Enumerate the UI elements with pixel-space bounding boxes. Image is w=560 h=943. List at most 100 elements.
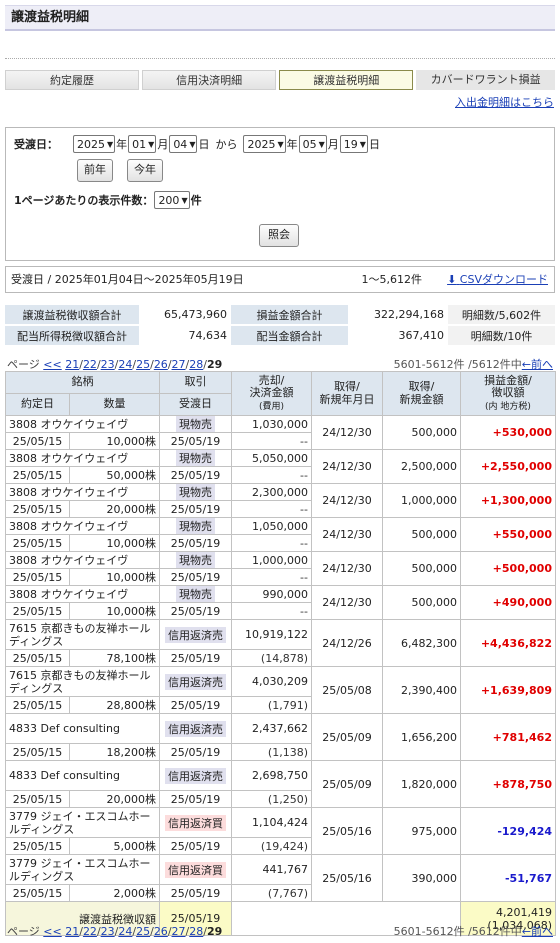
page-link[interactable]: 28 bbox=[189, 925, 203, 938]
table-row: 3808 オウケイウェイヴ 現物売 1,030,000 24/12/30 500,000… bbox=[5, 415, 556, 450]
tab-capital-gains-tax[interactable]: 譲渡益税明細 bbox=[279, 70, 414, 90]
trade-type: 信用返済買 bbox=[165, 861, 226, 878]
table-row: 7615 京都きもの友禅ホールディングス 信用返済売 4,030,209 25/05/… bbox=[5, 666, 556, 714]
from-month-select[interactable]: 01 ▼ bbox=[128, 135, 157, 153]
tab-trade-history[interactable]: 約定履歴 bbox=[5, 70, 140, 90]
page-link[interactable]: 21 bbox=[65, 358, 79, 371]
header-pl-2: 徴収額 bbox=[491, 386, 525, 400]
stock-name: 4833 Def consulting bbox=[5, 760, 160, 791]
fee: -- bbox=[231, 568, 312, 586]
csv-download-link[interactable]: ⬇ CSVダウンロード bbox=[447, 267, 548, 292]
this-year-button[interactable]: 今年 bbox=[127, 159, 163, 182]
summary-header: 譲渡益税徴収額合計 bbox=[5, 305, 139, 324]
page-link[interactable]: 26 bbox=[154, 925, 168, 938]
to-day-select[interactable]: 19 ▼ bbox=[339, 135, 368, 153]
summary-value: 367,410 bbox=[398, 329, 445, 342]
table-row: 3808 オウケイウェイヴ 現物売 2,300,000 24/12/30 1,000,0… bbox=[5, 483, 556, 518]
acq-date: 25/05/09 bbox=[311, 713, 383, 761]
sell-amount: 990,000 bbox=[231, 585, 312, 603]
sell-amount: 1,000,000 bbox=[231, 551, 312, 569]
fee: -- bbox=[231, 466, 312, 484]
page-link[interactable]: 23 bbox=[101, 358, 115, 371]
quantity: 28,800株 bbox=[69, 696, 160, 714]
first-page-link[interactable]: << bbox=[43, 358, 61, 371]
trade-type-cell: 信用返済売 bbox=[159, 760, 232, 791]
query-button[interactable]: 照会 bbox=[259, 224, 299, 247]
trade-date: 25/05/15 bbox=[5, 837, 70, 855]
header-acq-date-1: 取得/ bbox=[334, 379, 360, 393]
quantity: 10,000株 bbox=[69, 432, 160, 450]
page-link[interactable]: 24 bbox=[118, 925, 132, 938]
to-month-value: 05 bbox=[302, 137, 317, 151]
summary-row-tax: 譲渡益税徴収額合計 65,473,960 損益金額合計 322,294,168 … bbox=[5, 305, 555, 324]
page-link[interactable]: 28 bbox=[189, 358, 203, 371]
current-page: 29 bbox=[206, 925, 223, 938]
trade-type-cell: 現物売 bbox=[159, 483, 232, 501]
trade-type-cell: 現物売 bbox=[159, 551, 232, 569]
page-link[interactable]: 24 bbox=[118, 358, 132, 371]
settle-date: 25/05/19 bbox=[159, 534, 232, 552]
stock-name: 7615 京都きもの友禅ホールディングス bbox=[5, 666, 160, 697]
page-link[interactable]: 21 bbox=[65, 925, 79, 938]
stock-name: 3808 オウケイウェイヴ bbox=[5, 585, 160, 603]
pl-amount: +530,000 bbox=[460, 415, 556, 450]
page-link[interactable]: 26 bbox=[154, 358, 168, 371]
summary-header: 損益金額合計 bbox=[231, 305, 348, 324]
page-link[interactable]: 22 bbox=[83, 925, 97, 938]
fee: (1,250) bbox=[231, 790, 312, 808]
range-text: 受渡日 / 2025年01月04日～2025年05月19日 bbox=[11, 273, 244, 286]
from-year-unit: 年 bbox=[116, 138, 128, 151]
summary-value: 322,294,168 bbox=[374, 308, 444, 321]
from-day-unit: 日 bbox=[198, 138, 210, 151]
acq-date: 24/12/30 bbox=[311, 449, 383, 484]
page-link[interactable]: 25 bbox=[136, 358, 150, 371]
acq-amount: 1,820,000 bbox=[382, 760, 461, 808]
fee: (7,767) bbox=[231, 884, 312, 902]
trade-type: 信用返済売 bbox=[165, 767, 226, 784]
trade-date: 25/05/15 bbox=[5, 466, 70, 484]
pl-amount: +1,639,809 bbox=[460, 666, 556, 714]
settle-date: 25/05/19 bbox=[159, 568, 232, 586]
table-row: 3808 オウケイウェイヴ 現物売 1,050,000 24/12/30 500,000… bbox=[5, 517, 556, 552]
pl-amount: +490,000 bbox=[460, 585, 556, 620]
to-month-select[interactable]: 05 ▼ bbox=[298, 135, 327, 153]
tab-margin-settlement[interactable]: 信用決済明細 bbox=[142, 70, 277, 90]
page-link[interactable]: 27 bbox=[172, 358, 186, 371]
page-link[interactable]: 25 bbox=[136, 925, 150, 938]
trade-date: 25/05/15 bbox=[5, 884, 70, 902]
from-day-select[interactable]: 04 ▼ bbox=[169, 135, 198, 153]
prev-year-button[interactable]: 前年 bbox=[77, 159, 113, 182]
stock-name: 3808 オウケイウェイヴ bbox=[5, 517, 160, 535]
fee: (14,878) bbox=[231, 649, 312, 667]
from-year-select[interactable]: 2025 ▼ bbox=[73, 135, 116, 153]
to-year-select[interactable]: 2025 ▼ bbox=[243, 135, 286, 153]
pl-amount: +1,300,000 bbox=[460, 483, 556, 518]
prev-page-link[interactable]: ←前へ bbox=[522, 358, 553, 371]
chevron-down-icon: ▼ bbox=[318, 139, 325, 149]
table-row: 7615 京都きもの友禅ホールディングス 信用返済売 10,919,122 24/12… bbox=[5, 619, 556, 667]
trade-date: 25/05/15 bbox=[5, 568, 70, 586]
sell-amount: 4,030,209 bbox=[231, 666, 312, 697]
trade-date: 25/05/15 bbox=[5, 649, 70, 667]
tab-covered-warrant[interactable]: カバードワラント損益 bbox=[416, 70, 555, 90]
settle-date: 25/05/19 bbox=[159, 602, 232, 620]
sell-amount: 10,919,122 bbox=[231, 619, 312, 650]
quantity: 10,000株 bbox=[69, 602, 160, 620]
per-page-select[interactable]: 200 ▼ bbox=[154, 191, 190, 209]
first-page-link[interactable]: << bbox=[43, 925, 61, 938]
header-stock: 銘柄 bbox=[5, 371, 160, 394]
table-row: 4833 Def consulting 信用返済売 2,698,750 25/05/0… bbox=[5, 760, 556, 808]
page-link[interactable]: 23 bbox=[101, 925, 115, 938]
range-word: から bbox=[215, 138, 238, 151]
header-trade-date: 約定日 bbox=[5, 393, 70, 416]
deposit-history-link[interactable]: 入出金明細はこちら bbox=[455, 94, 554, 110]
page-link[interactable]: 27 bbox=[172, 925, 186, 938]
trade-date: 25/05/15 bbox=[5, 534, 70, 552]
trade-type: 現物売 bbox=[176, 416, 215, 432]
trade-type: 信用返済売 bbox=[165, 720, 226, 737]
chevron-down-icon: ▼ bbox=[107, 139, 114, 149]
page-link[interactable]: 22 bbox=[83, 358, 97, 371]
prev-page-link[interactable]: ←前へ bbox=[522, 925, 553, 938]
pl-amount: +4,436,822 bbox=[460, 619, 556, 667]
acq-amount: 1,656,200 bbox=[382, 713, 461, 761]
